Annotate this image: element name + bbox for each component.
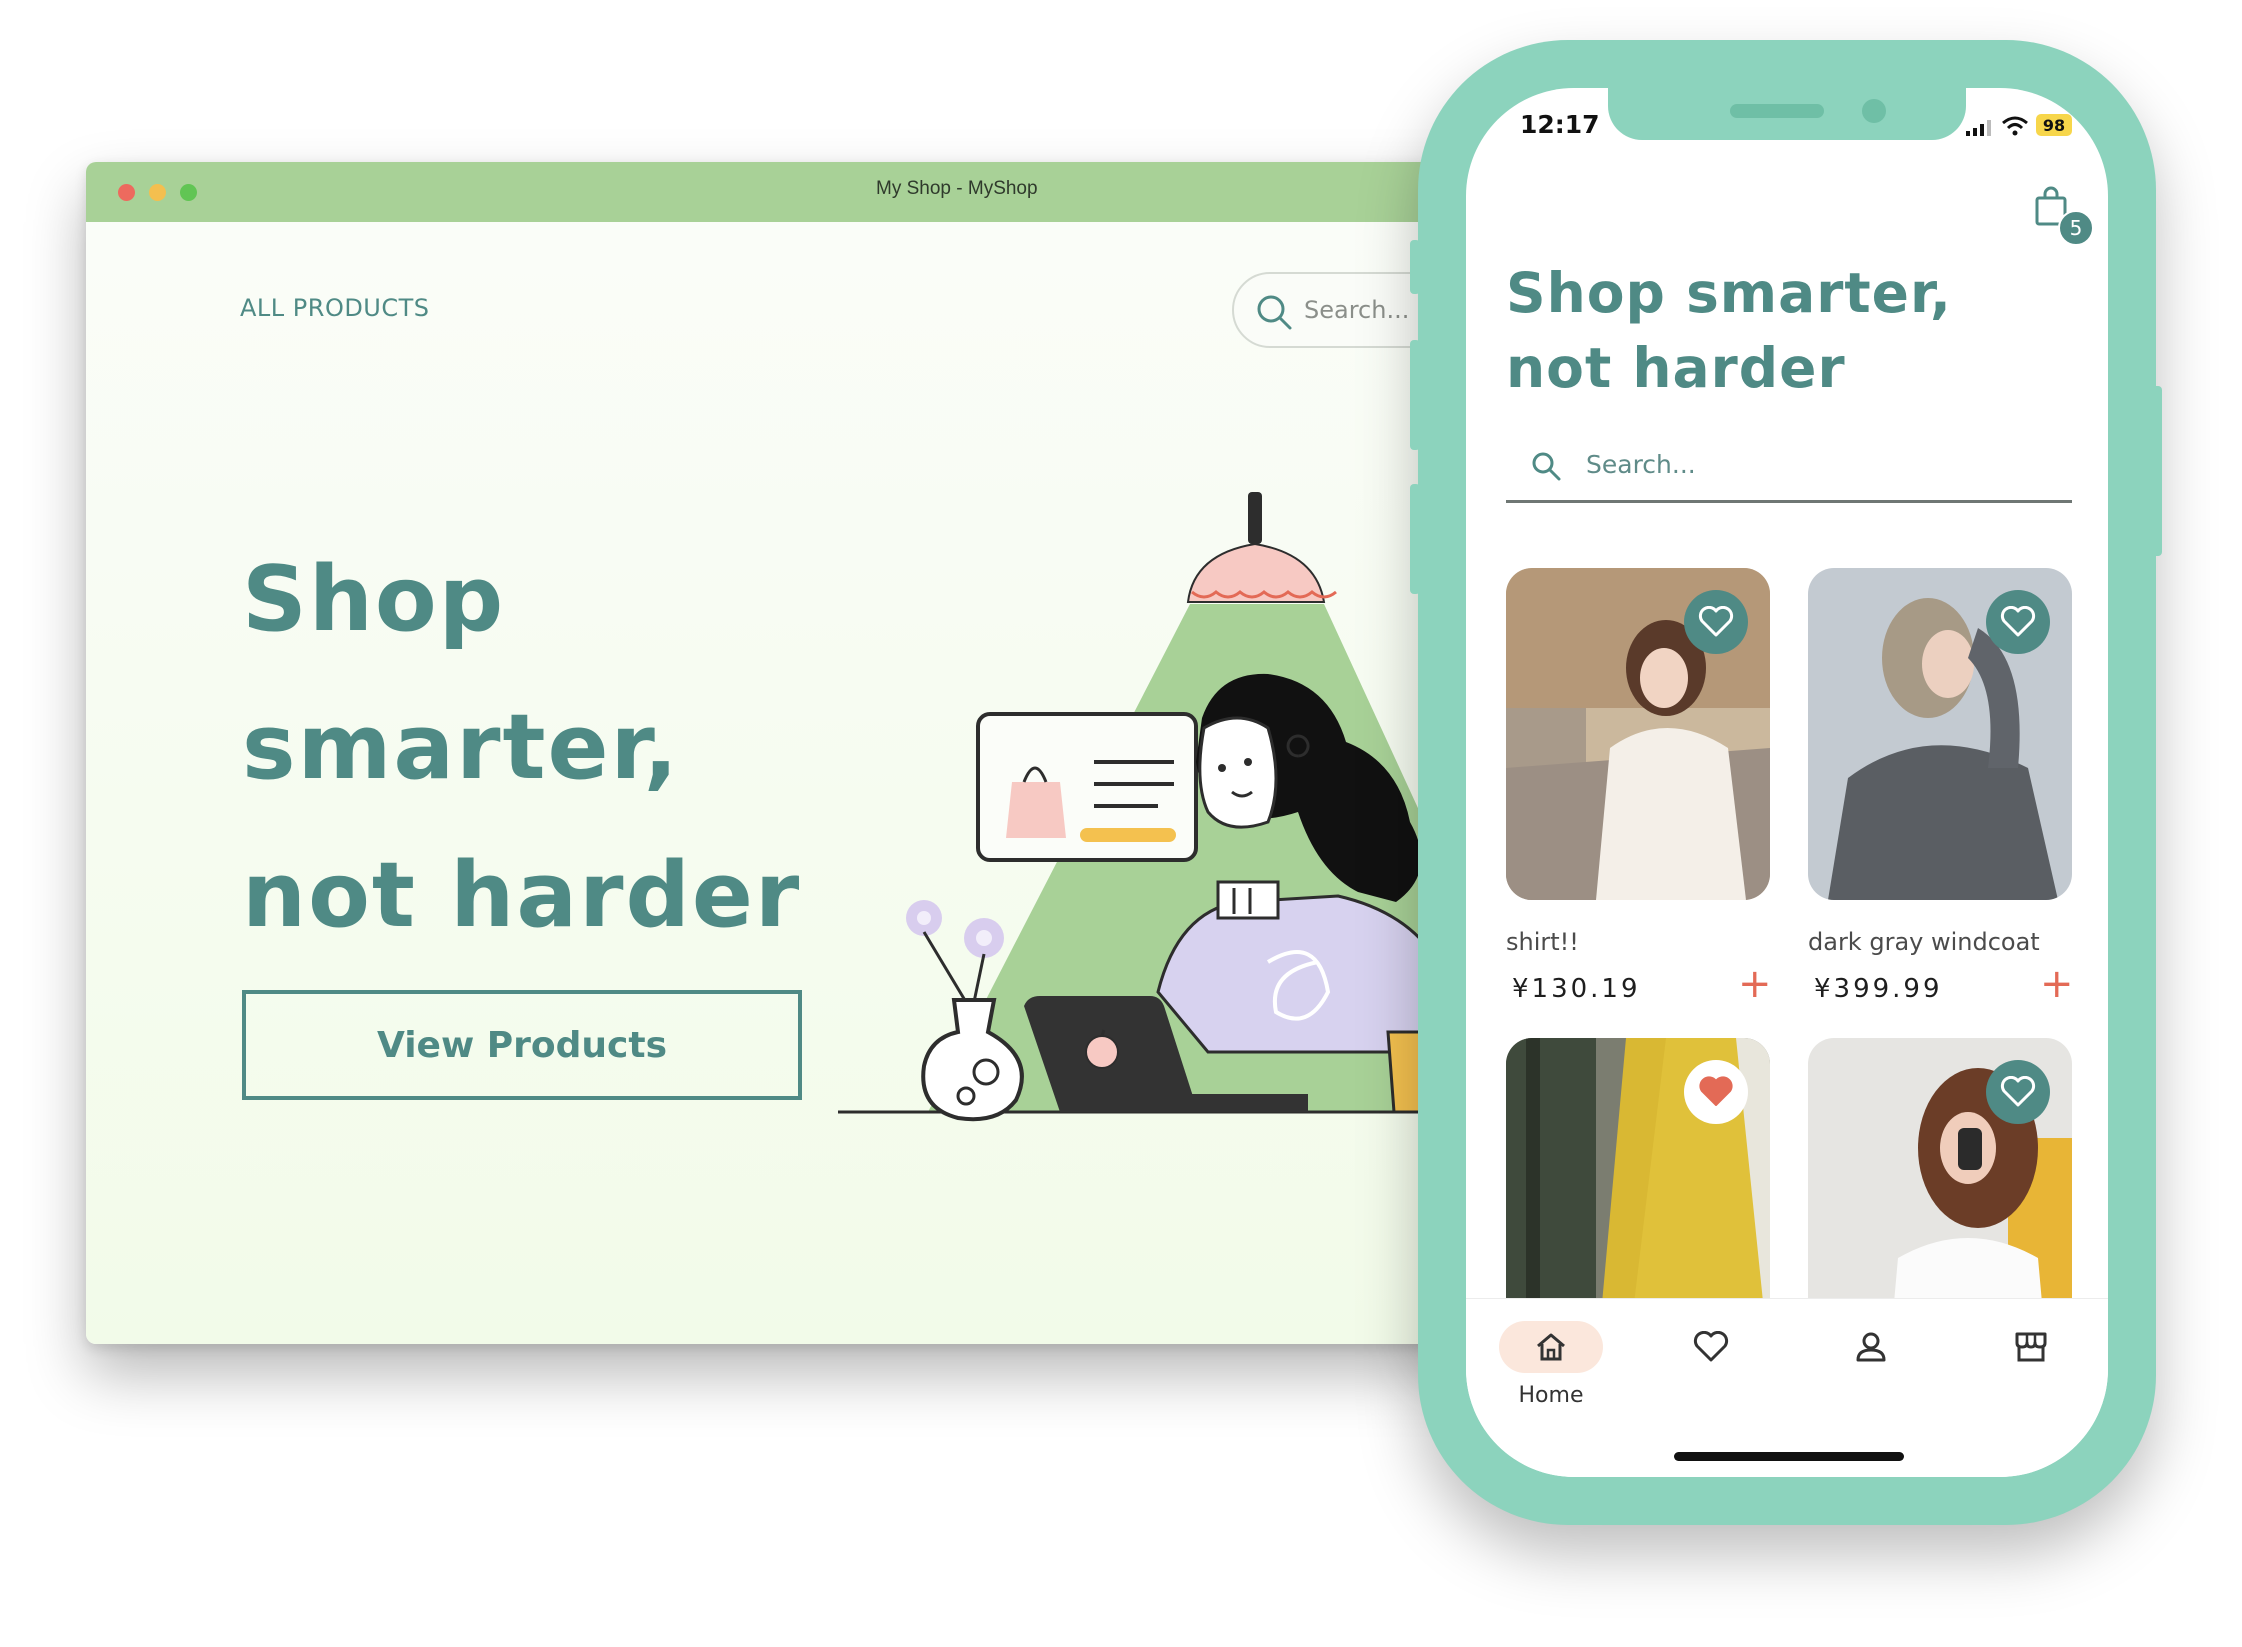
bag-picture	[1006, 782, 1066, 838]
nav-home-pill	[1499, 1321, 1603, 1373]
favorite-button[interactable]	[1684, 590, 1748, 654]
flowers	[906, 900, 1004, 1003]
power-button	[2152, 386, 2162, 556]
phone-mockup: 12:17 98 5 Shop smarter, not harder Sear…	[1410, 40, 2162, 1525]
heart-outline-icon	[2000, 606, 2036, 637]
speaker	[1730, 104, 1824, 118]
home-indicator[interactable]	[1674, 1452, 1904, 1461]
person-neck	[1216, 880, 1280, 920]
product-price: ¥399.99	[1814, 974, 1943, 1004]
volume-up-button	[1410, 340, 1420, 450]
lamp-cord	[1248, 492, 1262, 544]
phone-title: Shop smarter, not harder	[1506, 261, 1952, 400]
notch	[1608, 88, 1966, 140]
product-name: dark gray windcoat	[1808, 928, 2040, 956]
window-title: My Shop - MyShop	[876, 178, 1038, 199]
nav-store-pill	[1979, 1321, 2083, 1373]
store-icon	[2015, 1332, 2047, 1362]
hero-title: Shop smarter, not harder	[242, 547, 802, 948]
nav-favorites-pill	[1659, 1321, 1763, 1373]
window-titlebar[interactable]: My Shop - MyShop	[86, 162, 1546, 222]
bottom-navigation: Home	[1466, 1298, 2108, 1477]
nav-all-products-link[interactable]: ALL PRODUCTS	[240, 294, 430, 322]
heart-outline-icon	[2000, 1076, 2036, 1107]
front-camera	[1862, 99, 1886, 123]
phone-screen: 12:17 98 5 Shop smarter, not harder Sear…	[1466, 88, 2108, 1477]
add-to-cart-button[interactable]: +	[2040, 964, 2074, 1004]
heart-outline-icon	[1698, 606, 1734, 637]
nav-favorites[interactable]	[1656, 1321, 1766, 1431]
cart-count-badge: 5	[2058, 210, 2094, 246]
nav-profile[interactable]	[1816, 1321, 1926, 1431]
user-icon	[1856, 1332, 1886, 1362]
wifi-icon	[2002, 116, 2028, 136]
person-face	[1198, 716, 1278, 829]
battery-indicator: 98	[2036, 114, 2072, 136]
nav-home-label: Home	[1518, 1383, 1584, 1408]
product-price: ¥130.19	[1512, 974, 1641, 1004]
heart-filled-icon	[1699, 1076, 1733, 1106]
close-window-button[interactable]	[118, 184, 135, 201]
nav-home[interactable]: Home	[1496, 1321, 1606, 1431]
lamp-shade	[1186, 542, 1326, 603]
product-name: shirt!!	[1506, 928, 1579, 956]
search-placeholder: Search...	[1586, 450, 1696, 479]
favorite-button[interactable]	[1986, 1060, 2050, 1124]
search-icon	[1532, 452, 1561, 481]
nav-store[interactable]	[1976, 1321, 2086, 1431]
nav-profile-pill	[1819, 1321, 1923, 1373]
heart-icon	[1693, 1331, 1729, 1362]
volume-down-button	[1410, 484, 1420, 594]
home-icon	[1537, 1333, 1565, 1361]
maximize-window-button[interactable]	[180, 184, 197, 201]
search-icon	[1257, 295, 1292, 330]
add-to-cart-button[interactable]: +	[1738, 964, 1772, 1004]
mute-switch	[1410, 240, 1420, 294]
favorite-button[interactable]	[1986, 590, 2050, 654]
favorite-button[interactable]	[1684, 1060, 1748, 1124]
signal-icon	[1966, 120, 1991, 136]
desktop-browser-window: My Shop - MyShop ALL PRODUCTS Search... …	[86, 162, 1546, 1344]
minimize-window-button[interactable]	[149, 184, 166, 201]
status-time: 12:17	[1520, 110, 1600, 139]
search-placeholder: Search...	[1304, 296, 1410, 324]
phone-search-input[interactable]: Search...	[1506, 434, 2072, 503]
view-products-button[interactable]: View Products	[242, 990, 802, 1100]
